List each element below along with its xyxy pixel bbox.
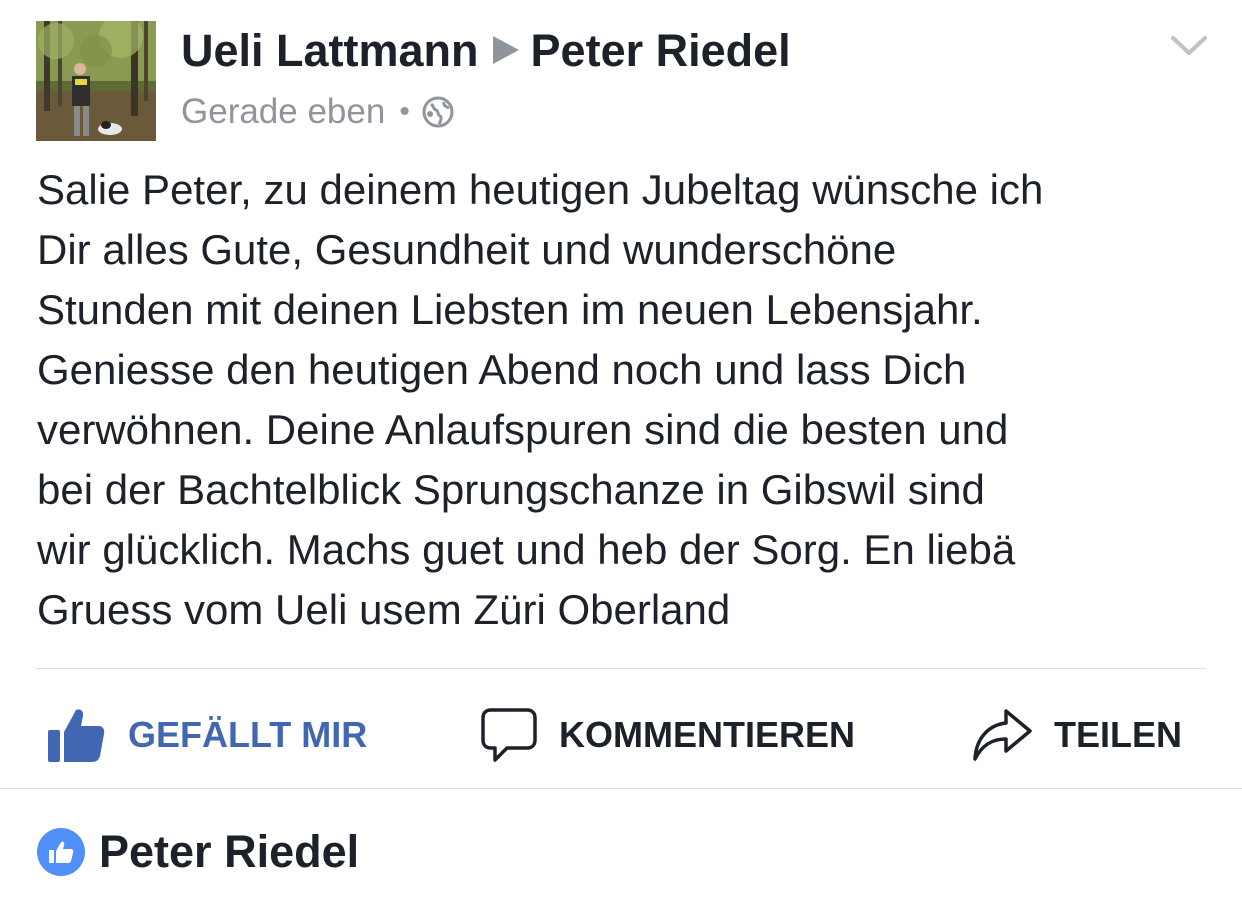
- like-button[interactable]: GEFÄLLT MIR: [46, 690, 367, 780]
- comment-label: KOMMENTIEREN: [559, 714, 855, 755]
- post-meta: Gerade eben •: [181, 92, 454, 132]
- thumbs-up-icon: [49, 841, 74, 863]
- meta-separator: •: [399, 95, 410, 128]
- like-badge-icon: [37, 828, 85, 876]
- post-timestamp[interactable]: Gerade eben: [181, 92, 385, 132]
- chevron-down-icon[interactable]: [1170, 34, 1208, 58]
- share-label: TEILEN: [1054, 714, 1183, 755]
- likes-summary[interactable]: Peter Riedel: [37, 826, 359, 878]
- liker-name[interactable]: Peter Riedel: [99, 826, 359, 878]
- arrow-right-icon: [492, 36, 519, 64]
- comment-button[interactable]: KOMMENTIEREN: [481, 690, 855, 780]
- recipient-name-link[interactable]: Peter Riedel: [531, 25, 791, 76]
- share-arrow-icon: [973, 709, 1032, 761]
- post-header-title: Ueli Lattmann Peter Riedel: [181, 25, 791, 77]
- divider: [36, 668, 1206, 669]
- avatar-photo: [36, 21, 156, 141]
- like-label: GEFÄLLT MIR: [128, 714, 368, 755]
- globe-icon[interactable]: [422, 96, 454, 128]
- thumbs-up-icon: [48, 709, 105, 762]
- post-card: Ueli Lattmann Peter Riedel Gerade eben • …: [0, 0, 1242, 912]
- divider: [0, 788, 1242, 789]
- author-name-link[interactable]: Ueli Lattmann: [181, 25, 479, 76]
- post-body-text: Salie Peter, zu deinem heutigen Jubeltag…: [37, 166, 1044, 633]
- comment-bubble-icon: [481, 708, 537, 762]
- share-button[interactable]: TEILEN: [972, 690, 1182, 780]
- action-bar: GEFÄLLT MIR KOMMENTIEREN TEILEN: [0, 690, 1242, 780]
- author-avatar[interactable]: [36, 21, 156, 141]
